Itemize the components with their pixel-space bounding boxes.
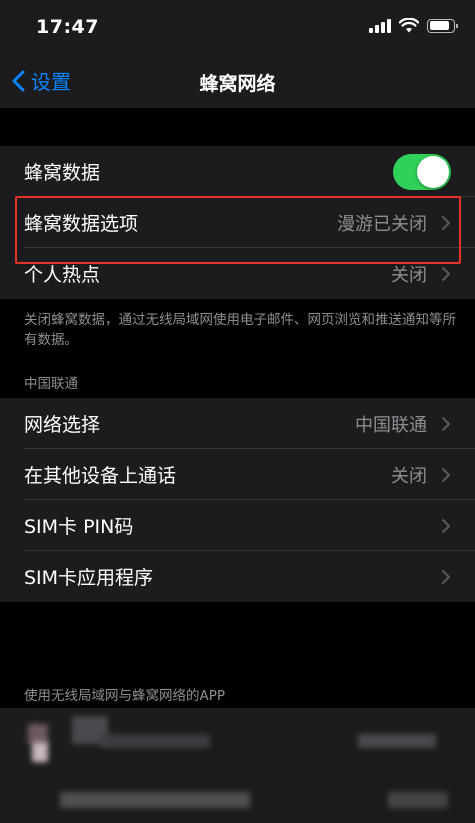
personal-hotspot-row[interactable]: 个人热点 关闭 (0, 248, 475, 299)
chevron-right-icon (442, 215, 450, 230)
cellular-group: 蜂窝数据 蜂窝数据选项 漫游已关闭 个人热点 关闭 (0, 146, 475, 299)
network-selection-label: 网络选择 (24, 414, 101, 436)
personal-hotspot-label: 个人热点 (24, 264, 101, 286)
status-icons (369, 18, 458, 33)
cellular-data-options-label: 蜂窝数据选项 (24, 213, 139, 235)
apps-section-header: 使用无线局域网与蜂窝网络的APP (24, 688, 226, 704)
carrier-group: 网络选择 中国联通 在其他设备上通话 关闭 SIM卡 PIN码 SIM卡应用程序 (0, 398, 475, 602)
sim-apps-label: SIM卡应用程序 (24, 567, 154, 589)
chevron-right-icon (442, 266, 450, 281)
chevron-right-icon (442, 467, 450, 482)
chevron-right-icon (442, 416, 450, 431)
status-bar: 17:47 (0, 0, 475, 56)
cellular-data-options-row[interactable]: 蜂窝数据选项 漫游已关闭 (0, 197, 475, 248)
cellular-data-footnote: 关闭蜂窝数据，通过无线局域网使用电子邮件、网页浏览和推送通知等所有数据。 (24, 312, 456, 348)
network-selection-row[interactable]: 网络选择 中国联通 (0, 398, 475, 449)
navigation-bar: 设置 蜂窝网络 (0, 56, 475, 108)
calls-on-other-devices-label: 在其他设备上通话 (24, 465, 177, 487)
sim-pin-label: SIM卡 PIN码 (24, 516, 134, 538)
battery-icon (427, 18, 458, 33)
sim-pin-row[interactable]: SIM卡 PIN码 (0, 500, 475, 551)
app-name-blurred (100, 734, 210, 748)
status-time: 17:47 (36, 16, 99, 38)
app-name-blurred (60, 792, 250, 808)
cellular-data-row: 蜂窝数据 (0, 146, 475, 197)
chevron-right-icon (442, 569, 450, 584)
calls-on-other-devices-value: 关闭 (391, 465, 427, 487)
battery-level (429, 21, 450, 30)
app-icon (32, 742, 48, 762)
cellular-data-toggle[interactable] (393, 153, 451, 190)
cellular-data-label: 蜂窝数据 (24, 162, 101, 184)
app-icon (28, 724, 48, 744)
cellular-data-options-value: 漫游已关闭 (337, 213, 427, 235)
app-usage-blurred (388, 792, 448, 808)
app-list (0, 708, 475, 823)
chevron-right-icon (442, 518, 450, 533)
wifi-icon (399, 18, 419, 33)
network-selection-value: 中国联通 (355, 414, 427, 436)
personal-hotspot-value: 关闭 (391, 264, 427, 286)
calls-on-other-devices-row[interactable]: 在其他设备上通话 关闭 (0, 449, 475, 500)
toggle-knob (417, 155, 449, 188)
carrier-section-header: 中国联通 (24, 376, 78, 392)
cellular-signal-icon (369, 18, 391, 33)
sim-apps-row[interactable]: SIM卡应用程序 (0, 551, 475, 602)
app-usage-blurred (358, 734, 436, 748)
page-title: 蜂窝网络 (199, 73, 276, 95)
